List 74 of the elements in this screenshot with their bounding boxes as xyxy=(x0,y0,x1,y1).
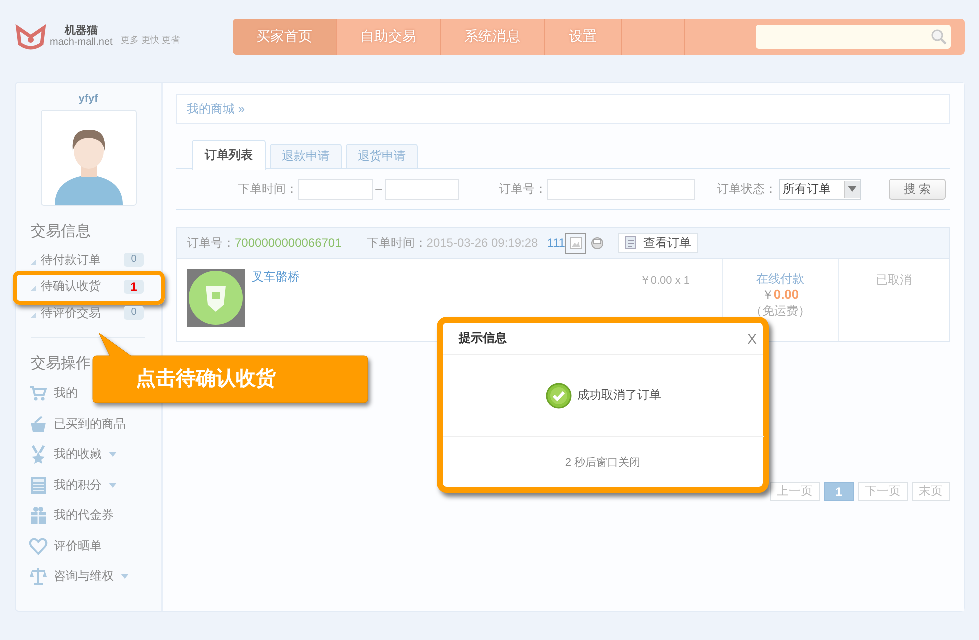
bullet-icon xyxy=(31,286,36,292)
basket-icon xyxy=(29,414,48,434)
menu-item[interactable]: 待付款订单 xyxy=(41,252,101,269)
close-button[interactable]: X xyxy=(748,330,757,346)
bullet-icon xyxy=(31,312,36,318)
count-badge: 1 xyxy=(124,280,144,294)
countdown-note: 2 秒后窗口关闭 xyxy=(565,456,641,470)
search-icon xyxy=(931,29,947,45)
filter-label: 订单状态： xyxy=(717,180,777,198)
order-time: 下单时间：2015-03-26 09:19:28 xyxy=(366,234,538,252)
status-dropdown[interactable]: 所有订单 xyxy=(779,178,861,200)
nav-tab[interactable]: 系统消息 xyxy=(441,19,545,55)
payment-method[interactable]: 在线付款 xyxy=(756,271,804,287)
breadcrumb-link[interactable]: 我的商城 » xyxy=(187,100,246,118)
menu-item[interactable]: 我的 xyxy=(54,385,78,402)
filter-label: 订单号： xyxy=(499,180,547,198)
order-status: 已取消 xyxy=(876,272,912,289)
printer-icon xyxy=(591,237,604,249)
shipping-note: （免运费） xyxy=(750,303,810,319)
medal-icon xyxy=(29,445,48,464)
dialog-title: 提示信息 xyxy=(459,330,507,347)
count-badge: 0 xyxy=(124,253,144,268)
product-link[interactable]: 叉车骼桥 xyxy=(252,269,300,286)
menu-item[interactable]: 我的代金券 xyxy=(54,507,114,524)
page-button[interactable]: 末页 xyxy=(912,482,950,501)
section-title: 交易信息 xyxy=(31,222,92,241)
search-button[interactable]: 搜 索 xyxy=(889,178,946,200)
logo-icon xyxy=(15,24,47,50)
order-number: 订单号：7000000000066701 xyxy=(187,234,342,252)
image-button[interactable] xyxy=(565,232,586,254)
filter-label: 下单时间： xyxy=(238,180,298,198)
dialog-message: 成功取消了订单 xyxy=(578,387,662,404)
page-button[interactable]: 上一页 xyxy=(770,482,820,501)
unit-price: ￥0.00 x 1 xyxy=(640,274,690,288)
menu-item[interactable]: 我的积分 xyxy=(54,476,102,494)
order-total: ￥0.00 xyxy=(762,287,800,303)
callout-text: 点击待确认收货 xyxy=(136,367,276,391)
menu-item[interactable]: 咨询与维权 xyxy=(54,568,114,586)
document-icon xyxy=(625,236,638,250)
page-button[interactable]: 下一页 xyxy=(858,482,908,501)
date-from-field[interactable] xyxy=(298,178,373,200)
tab[interactable]: 退货申请 xyxy=(346,144,418,168)
menu-item[interactable]: 评价晒单 xyxy=(54,538,102,555)
nav-tab[interactable]: 自助交易 xyxy=(337,19,441,55)
tab[interactable]: 退款申请 xyxy=(270,144,342,168)
page-button[interactable]: 1 xyxy=(824,482,854,501)
menu-item[interactable]: 待确认收货 xyxy=(41,278,101,296)
heart-icon xyxy=(29,536,48,556)
caret-icon xyxy=(848,186,857,192)
calculator-icon xyxy=(29,476,48,495)
scale-icon xyxy=(29,567,48,586)
username: yfyf xyxy=(78,93,100,105)
range-separator: – xyxy=(374,182,384,196)
nav-tab[interactable]: 设置 xyxy=(545,19,622,55)
slogan: 更多 更快 更省 xyxy=(120,34,180,46)
count-badge: 0 xyxy=(124,306,144,320)
logo-domain: mach-mall.net xyxy=(50,37,113,48)
menu-item[interactable]: 我的收藏 xyxy=(54,446,102,464)
order-number-field[interactable] xyxy=(547,178,695,200)
bullet-icon xyxy=(31,260,36,265)
order-code[interactable]: 111 xyxy=(547,236,566,250)
menu-item[interactable]: 已买到的商品 xyxy=(54,416,126,433)
tab[interactable]: 订单列表 xyxy=(192,140,266,170)
view-order-button[interactable]: 查看订单 xyxy=(618,233,698,253)
success-icon xyxy=(546,382,572,408)
logo-name: 机器猫 xyxy=(64,26,98,37)
cart-icon xyxy=(29,384,48,404)
image-icon xyxy=(570,237,582,249)
nav-tab[interactable]: 买家首页 xyxy=(233,19,337,55)
date-to-field[interactable] xyxy=(385,178,459,200)
section-title: 交易操作 xyxy=(31,354,92,372)
search-field[interactable] xyxy=(756,25,951,49)
gift-icon xyxy=(29,506,48,526)
menu-item[interactable]: 待评价交易 xyxy=(41,304,101,322)
